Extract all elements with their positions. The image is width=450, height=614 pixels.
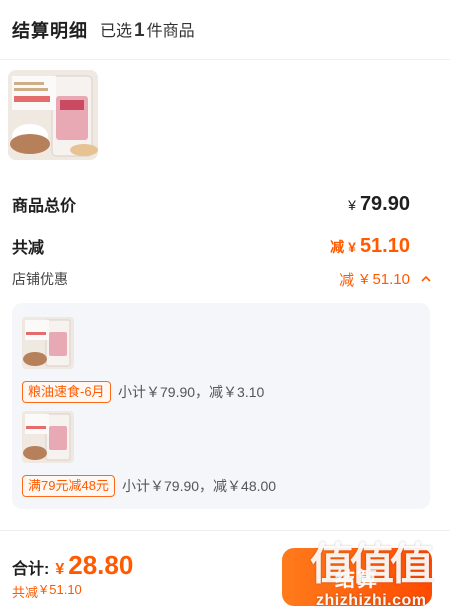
promotion-item: 粮油速食-6月 小计￥79.90，减￥3.10 [22, 317, 422, 407]
goods-total-label: 商品总价 [12, 198, 77, 215]
promotion-subtotal: 小计￥79.90，减￥48.00 [122, 478, 277, 494]
shop-discount-prefix: 减 [339, 271, 355, 289]
selected-suffix: 件商品 [146, 23, 195, 40]
chevron-up-icon[interactable] [420, 273, 432, 285]
goods-total-value: 79.90 [359, 192, 410, 215]
promotion-product-thumbnail [22, 411, 74, 463]
footer-divider [0, 530, 450, 531]
product-thumbnail[interactable] [8, 70, 98, 160]
shop-discount-amount: 减 ¥ 51.10 [339, 269, 432, 290]
footer-total: 合计: ¥ 28.80 [12, 550, 133, 581]
selected-count-text: 已选 1 件商品 [100, 17, 195, 42]
promotion-tag: 粮油速食-6月 [22, 381, 111, 403]
currency-symbol: ¥ [348, 238, 356, 255]
footer-total-label: 合计: [12, 561, 50, 578]
selected-prefix: 已选 [100, 23, 133, 40]
total-reduction-label: 共减 [12, 240, 45, 257]
promotion-detail-panel: 粮油速食-6月 小计￥79.90，减￥3.10 满79元减48元 小计￥79.9… [12, 303, 430, 509]
footer-total-value: 28.80 [68, 550, 134, 580]
page-title: 结算明细 [12, 20, 88, 41]
promotion-item: 满79元减48元 小计￥79.90，减￥48.00 [22, 411, 422, 501]
total-reduction-amount: 减 ¥ 51.10 [330, 235, 410, 258]
shop-discount-row[interactable]: 店铺优惠 减 ¥ 51.10 [12, 266, 432, 292]
rice-bag-image [22, 317, 74, 369]
shop-discount-value: 51.10 [372, 270, 410, 288]
selected-count: 1 [134, 20, 145, 41]
total-reduction-row: 共减 减 ¥ 51.10 [12, 232, 410, 260]
promotion-product-thumbnail [22, 317, 74, 369]
footer-reduction-value: 51.10 [49, 582, 82, 597]
promotion-subtotal: 小计￥79.90，减￥3.10 [118, 384, 265, 400]
promotion-tag: 满79元减48元 [22, 475, 115, 497]
checkout-button[interactable]: 结算 [282, 548, 432, 606]
shop-discount-label: 店铺优惠 [12, 271, 68, 287]
reduction-prefix: 减 [330, 238, 345, 255]
footer-reduction: 共减 ¥ 51.10 [12, 582, 82, 601]
currency-symbol: ¥ [348, 196, 356, 213]
goods-total-amount: ¥79.90 [348, 193, 410, 216]
currency-symbol: ¥ [360, 270, 369, 288]
footer-reduction-label: 共减 [12, 585, 39, 600]
currency-symbol: ¥ [40, 582, 48, 597]
total-reduction-value: 51.10 [359, 234, 410, 257]
header: 结算明细 已选 1 件商品 [0, 0, 450, 60]
goods-total-row: 商品总价 ¥79.90 [12, 190, 410, 218]
rice-bag-image [8, 70, 98, 160]
rice-bag-image [22, 411, 74, 463]
currency-symbol: ¥ [55, 561, 65, 578]
